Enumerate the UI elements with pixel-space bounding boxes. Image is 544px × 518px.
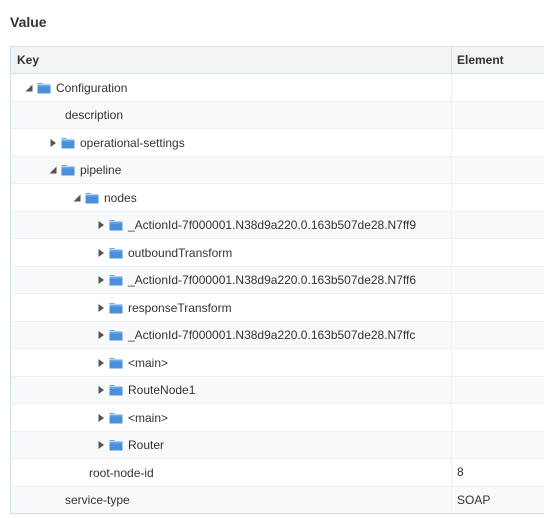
key-cell: operational-settings [47, 129, 185, 156]
key-label: responseTransform [128, 300, 232, 315]
column-divider [451, 404, 452, 431]
column-divider [451, 349, 452, 376]
triangle-right-icon[interactable] [95, 274, 107, 286]
folder-icon [109, 439, 123, 451]
column-divider [451, 211, 452, 238]
key-cell: Configuration [23, 74, 127, 101]
column-divider [451, 294, 452, 321]
column-divider [451, 431, 452, 458]
key-cell: _ActionId-7f000001.N38d9a220.0.163b507de… [95, 212, 416, 239]
triangle-down-icon[interactable] [47, 164, 59, 176]
tree-row[interactable]: nodes [11, 184, 544, 212]
folder-icon [109, 412, 123, 424]
triangle-right-icon[interactable] [47, 137, 59, 149]
key-label: _ActionId-7f000001.N38d9a220.0.163b507de… [128, 273, 417, 287]
key-cell: outboundTransform [95, 239, 232, 266]
key-label: operational-settings [80, 135, 185, 150]
column-header-element[interactable]: Element [457, 47, 504, 73]
triangle-down-icon[interactable] [71, 192, 83, 204]
triangle-right-icon[interactable] [95, 439, 107, 451]
key-cell: pipeline [47, 157, 121, 184]
element-cell: SOAP [457, 492, 491, 507]
folder-icon [85, 192, 99, 204]
column-header-key[interactable]: Key [17, 47, 39, 73]
key-label: <main> [128, 410, 169, 425]
tree-row[interactable]: _ActionId-7f000001.N38d9a220.0.163b507de… [11, 321, 544, 349]
key-label: _ActionId-7f000001.N38d9a220.0.163b507de… [128, 328, 416, 342]
key-label: pipeline [80, 163, 122, 177]
key-cell: description [65, 102, 123, 129]
key-cell: _ActionId-7f000001.N38d9a220.0.163b507de… [95, 267, 416, 294]
tree-row[interactable]: <main> [11, 404, 544, 432]
folder-icon [109, 274, 123, 286]
key-cell: <main> [95, 404, 168, 431]
tree-row[interactable]: <main> [11, 349, 544, 377]
key-label: Router [128, 438, 165, 452]
folder-icon [109, 247, 123, 259]
key-cell: responseTransform [95, 294, 232, 321]
triangle-down-icon[interactable] [23, 82, 35, 94]
tree-row[interactable]: root-node-id 8 [11, 459, 544, 487]
key-label: root-node-id [89, 465, 154, 480]
tree-row[interactable]: pipeline [11, 156, 544, 184]
tree-row[interactable]: service-type SOAP [11, 486, 544, 514]
tree-row[interactable]: _ActionId-7f000001.N38d9a220.0.163b507de… [11, 211, 544, 239]
column-divider [451, 101, 452, 128]
key-cell: _ActionId-7f000001.N38d9a220.0.163b507de… [95, 322, 415, 349]
folder-icon [109, 384, 123, 396]
key-cell: service-type [65, 487, 130, 514]
tree-row[interactable]: Configuration [11, 74, 544, 102]
column-divider [451, 321, 452, 348]
key-label: outboundTransform [128, 245, 233, 260]
key-label: service-type [65, 493, 130, 507]
table-header: Key Element [11, 47, 544, 74]
tree-rows: Configuration description operational-sett… [11, 74, 544, 514]
folder-icon [61, 137, 75, 149]
tree-row[interactable]: description [11, 101, 544, 129]
triangle-right-icon[interactable] [95, 247, 107, 259]
column-divider [451, 74, 452, 101]
key-label: _ActionId-7f000001.N38d9a220.0.163b507de… [128, 218, 417, 232]
triangle-right-icon[interactable] [95, 219, 107, 231]
column-divider [451, 459, 452, 486]
tree-row[interactable]: operational-settings [11, 129, 544, 157]
key-cell: RouteNode1 [95, 377, 195, 404]
column-divider [451, 486, 452, 513]
folder-icon [109, 302, 123, 314]
tree-row[interactable]: responseTransform [11, 294, 544, 322]
folder-icon [109, 219, 123, 231]
triangle-right-icon[interactable] [95, 412, 107, 424]
triangle-right-icon[interactable] [95, 302, 107, 314]
folder-icon [61, 164, 75, 176]
key-cell: root-node-id [89, 459, 154, 486]
key-cell: <main> [95, 349, 168, 376]
column-divider [451, 266, 452, 293]
key-label: <main> [128, 355, 169, 370]
tree-row[interactable]: _ActionId-7f000001.N38d9a220.0.163b507de… [11, 266, 544, 294]
element-cell: 8 [457, 465, 464, 479]
triangle-right-icon[interactable] [95, 357, 107, 369]
folder-icon [109, 329, 123, 341]
folder-icon [37, 82, 51, 94]
tree-row[interactable]: RouteNode1 [11, 376, 544, 404]
key-label: nodes [104, 190, 137, 205]
column-divider [451, 129, 452, 156]
tree-row[interactable]: outboundTransform [11, 239, 544, 267]
column-divider [451, 239, 452, 266]
triangle-right-icon[interactable] [95, 384, 107, 396]
key-cell: nodes [71, 184, 137, 211]
triangle-right-icon[interactable] [95, 329, 107, 341]
column-divider [451, 156, 452, 183]
section-title: Value [10, 14, 47, 30]
column-divider[interactable] [451, 47, 452, 73]
key-cell: Router [95, 432, 164, 459]
folder-icon [109, 357, 123, 369]
column-divider [451, 184, 452, 211]
tree-row[interactable]: Router [11, 431, 544, 459]
key-label: Configuration [56, 80, 128, 95]
column-divider [451, 376, 452, 403]
key-label: RouteNode1 [128, 383, 196, 397]
key-label: description [65, 108, 124, 122]
key-value-tree-table: Key Element Configuration description oper… [10, 46, 544, 514]
